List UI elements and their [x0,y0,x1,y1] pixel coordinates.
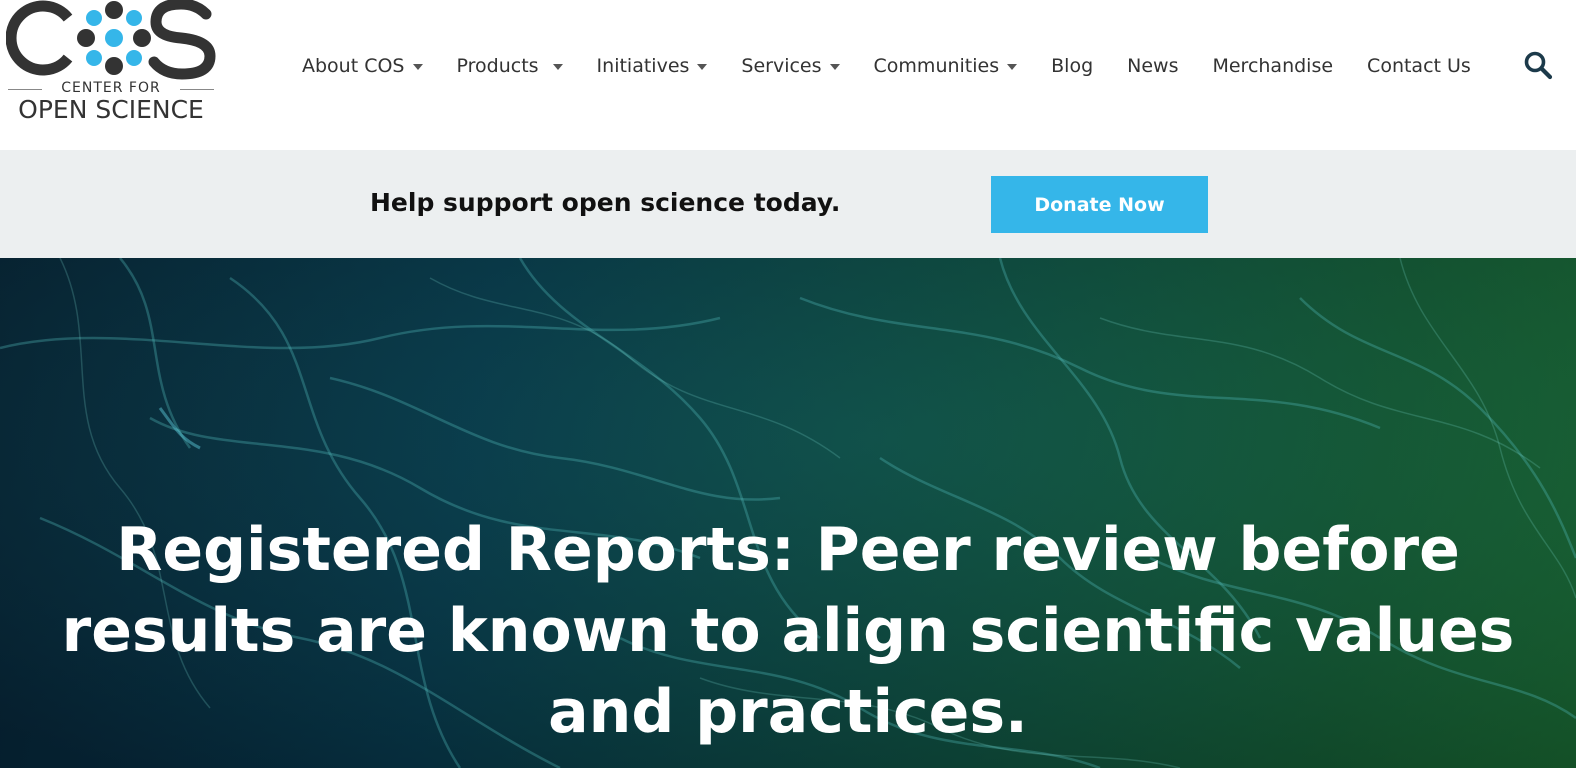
donate-banner: Help support open science today. Donate … [0,150,1576,258]
nav-item-label: News [1127,55,1179,77]
nav-item-label: Communities [873,55,1000,77]
caret-down-icon [829,64,840,70]
caret-down-icon [1007,64,1018,70]
hero-section: Registered Reports: Peer review before r… [0,258,1576,768]
nav-item-contact-us[interactable]: Contact Us [1367,55,1471,77]
nav-item-about-cos[interactable]: About COS [302,55,423,77]
nav-item-news[interactable]: News [1127,55,1178,77]
main-nav: About COS Products Initiatives Services … [302,48,1471,84]
nav-item-label: Services [741,55,822,77]
logo-tagline-top: CENTER FOR [6,80,216,96]
caret-down-icon [412,64,423,70]
nav-item-label: Products [456,55,539,77]
logo-dot-ring-icon [77,1,151,75]
nav-item-label: Merchandise [1212,55,1334,77]
nav-item-initiatives[interactable]: Initiatives [597,55,708,77]
nav-item-label: About COS [302,55,405,77]
cos-logo-mark [6,0,216,80]
nav-item-label: Contact Us [1367,55,1471,77]
hero-title: Registered Reports: Peer review before r… [61,515,1515,747]
nav-item-label: Blog [1051,55,1094,77]
nav-item-products[interactable]: Products [457,55,563,77]
nav-item-communities[interactable]: Communities [874,55,1018,77]
donate-now-button[interactable]: Donate Now [991,176,1208,233]
logo-tagline-bottom: OPEN SCIENCE [18,95,204,124]
nav-item-services[interactable]: Services [741,55,840,77]
nav-item-blog[interactable]: Blog [1051,55,1093,77]
search-icon [1524,51,1553,80]
caret-down-icon [697,64,708,70]
site-header: CENTER FOR OPEN SCIENCE About COS Produc… [0,0,1576,150]
search-button[interactable] [1522,50,1554,82]
nav-item-label: Initiatives [596,55,690,77]
banner-text: Help support open science today. [370,188,841,217]
nav-item-merchandise[interactable]: Merchandise [1212,55,1333,77]
cos-logo-link[interactable]: CENTER FOR OPEN SCIENCE [6,0,216,126]
caret-down-icon [552,64,563,70]
